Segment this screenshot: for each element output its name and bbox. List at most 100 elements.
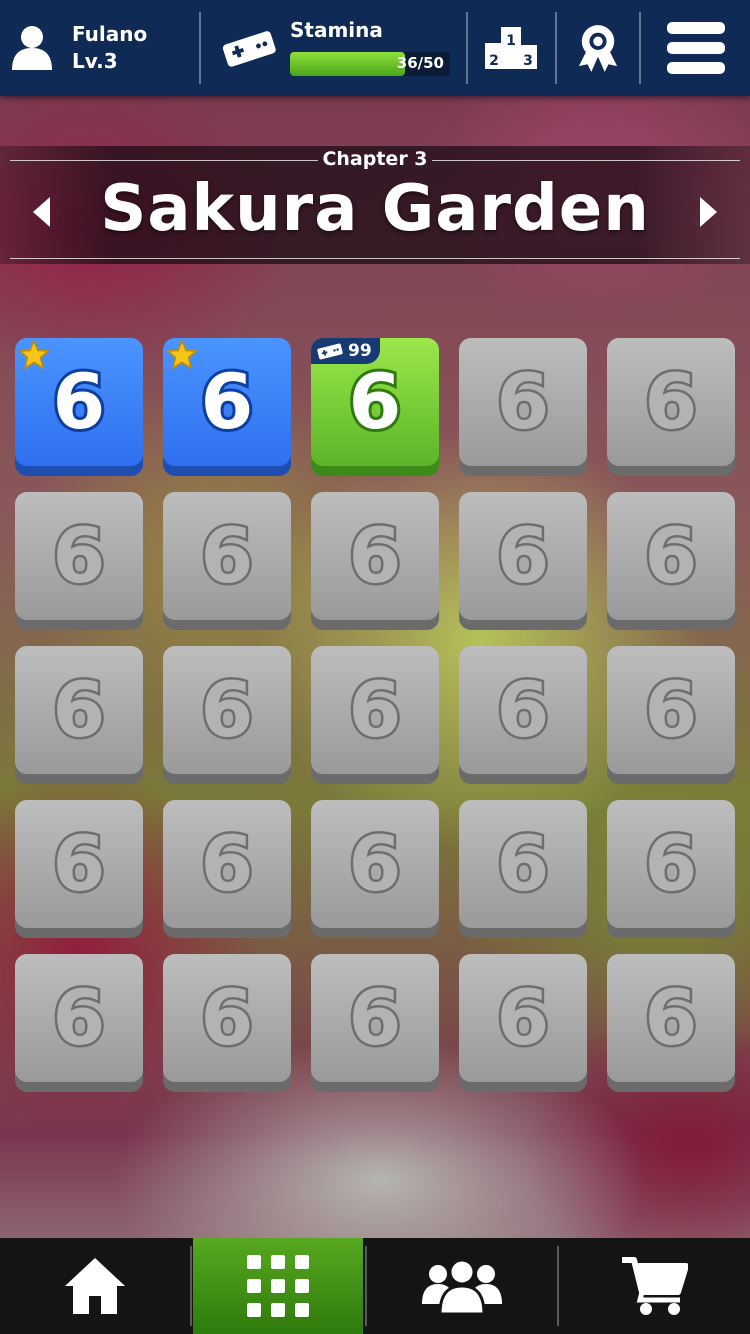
level-number: 6 xyxy=(198,819,256,908)
rank-2-label: 2 xyxy=(489,53,499,69)
level-number: 6 xyxy=(642,357,700,446)
level-number: 6 xyxy=(642,973,700,1062)
top-bar: Fulano Lv.3 Stamina 36/50 1 2 3 xyxy=(0,0,750,96)
rank-1-label: 1 xyxy=(506,33,516,49)
level-number: 6 xyxy=(50,511,108,600)
friends-icon xyxy=(422,1258,502,1314)
player-profile[interactable]: Fulano Lv.3 xyxy=(0,0,198,96)
leaderboard-button[interactable]: 1 2 3 xyxy=(468,0,554,96)
stamina-label: Stamina xyxy=(290,18,383,42)
chevron-right-icon xyxy=(700,197,717,227)
level-number: 6 xyxy=(346,511,404,600)
nav-shop[interactable] xyxy=(559,1238,750,1334)
level-tile-locked: 6 xyxy=(459,646,587,784)
stamina-bar: 36/50 xyxy=(290,52,450,76)
nav-home[interactable] xyxy=(0,1238,190,1334)
chevron-left-icon xyxy=(33,197,50,227)
level-tile-locked: 6 xyxy=(311,954,439,1092)
shopping-cart-icon xyxy=(621,1257,688,1315)
header-divider xyxy=(199,12,201,84)
level-number: 6 xyxy=(50,665,108,754)
level-tile-face: 6 xyxy=(15,646,143,774)
level-number: 6 xyxy=(198,357,257,446)
user-avatar-icon xyxy=(12,26,52,70)
level-tile-face: 6 xyxy=(607,492,735,620)
level-tile-face: 6 xyxy=(311,492,439,620)
level-number: 6 xyxy=(494,665,552,754)
next-chapter-button[interactable] xyxy=(694,194,724,230)
stamina-bar-fill xyxy=(290,52,406,76)
level-number: 6 xyxy=(346,973,404,1062)
achievements-button[interactable] xyxy=(557,0,639,96)
level-tile-locked: 6 xyxy=(311,800,439,938)
nav-separator xyxy=(190,1246,192,1326)
level-tile-locked: 6 xyxy=(311,492,439,630)
level-number: 6 xyxy=(50,973,108,1062)
level-number: 6 xyxy=(494,819,552,908)
stamina-panel: Stamina 36/50 xyxy=(204,0,464,96)
level-number: 6 xyxy=(198,665,256,754)
level-tile-face: 6 xyxy=(311,954,439,1082)
level-tile-locked: 6 xyxy=(607,954,735,1092)
level-tile-locked: 6 xyxy=(15,492,143,630)
level-tile-locked: 6 xyxy=(459,954,587,1092)
level-tile-face: 6 xyxy=(459,800,587,928)
level-number: 6 xyxy=(346,819,404,908)
level-tile-locked: 6 xyxy=(607,338,735,476)
level-tile-locked: 6 xyxy=(15,800,143,938)
level-number: 6 xyxy=(346,357,405,446)
gamepad-icon xyxy=(317,343,343,359)
level-grid-icon xyxy=(247,1255,309,1317)
banner-rule xyxy=(10,258,740,259)
level-number: 6 xyxy=(198,973,256,1062)
level-tile-locked: 6 xyxy=(15,646,143,784)
previous-chapter-button[interactable] xyxy=(26,194,56,230)
bottom-navigation xyxy=(0,1238,750,1334)
star-icon xyxy=(19,340,49,370)
player-name: Fulano xyxy=(72,22,148,46)
level-tile-locked: 6 xyxy=(607,800,735,938)
level-tile-face: 6 xyxy=(15,492,143,620)
level-tile-face: 6 xyxy=(607,338,735,466)
level-tile-face: 6 xyxy=(459,338,587,466)
level-number: 6 xyxy=(494,511,552,600)
level-tile-locked: 6 xyxy=(163,800,291,938)
level-tile-locked: 6 xyxy=(607,646,735,784)
level-tile-locked: 6 xyxy=(607,492,735,630)
stamina-cost-badge: 99 xyxy=(311,338,380,364)
nav-levels[interactable] xyxy=(193,1238,363,1334)
stamina-cost-value: 99 xyxy=(348,341,372,361)
nav-friends[interactable] xyxy=(367,1238,557,1334)
level-tile-locked: 6 xyxy=(459,338,587,476)
level-number: 6 xyxy=(198,511,256,600)
award-ribbon-icon xyxy=(578,25,618,72)
level-tile-face: 6 xyxy=(459,492,587,620)
level-tile-face: 6 xyxy=(311,800,439,928)
level-number: 6 xyxy=(642,511,700,600)
level-number: 6 xyxy=(642,819,700,908)
level-tile-face: 6 xyxy=(163,800,291,928)
hamburger-menu-icon xyxy=(666,22,725,74)
level-tile-locked: 6 xyxy=(163,492,291,630)
level-tile-face: 6 xyxy=(607,800,735,928)
home-icon xyxy=(65,1258,125,1314)
level-tile-face: 6 xyxy=(311,646,439,774)
level-tile-locked: 6 xyxy=(163,954,291,1092)
level-tile-face: 6 xyxy=(15,800,143,928)
level-number: 6 xyxy=(494,973,552,1062)
star-icon xyxy=(167,340,197,370)
level-number: 6 xyxy=(642,665,700,754)
podium-icon: 1 2 3 xyxy=(485,27,537,69)
level-number: 6 xyxy=(494,357,552,446)
level-tile-cleared[interactable]: 6 xyxy=(15,338,143,476)
level-tile-locked: 6 xyxy=(163,646,291,784)
level-tile-current[interactable]: 6 99 xyxy=(311,338,439,476)
chapter-title: Sakura Garden xyxy=(100,172,650,246)
stamina-count: 36/50 xyxy=(396,54,444,72)
level-tile-face: 6 xyxy=(163,646,291,774)
rank-3-label: 3 xyxy=(523,53,533,69)
level-tile-cleared[interactable]: 6 xyxy=(163,338,291,476)
chapter-label: Chapter 3 xyxy=(322,148,428,170)
main-menu-button[interactable] xyxy=(641,0,750,96)
level-tile-locked: 6 xyxy=(311,646,439,784)
